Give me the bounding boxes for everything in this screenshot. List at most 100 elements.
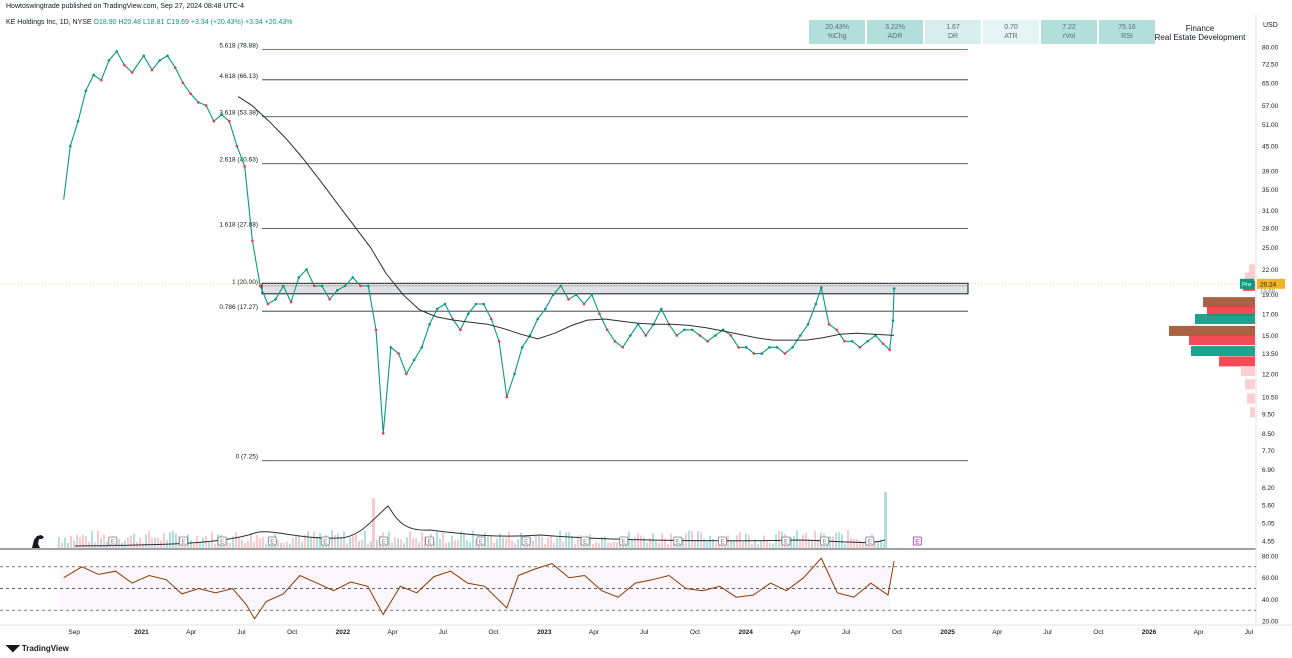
volume-bar: [682, 537, 684, 548]
volume-bar: [766, 540, 768, 548]
volume-bar: [310, 537, 312, 548]
price-point: [336, 288, 339, 292]
price-point: [420, 346, 424, 349]
price-point: [760, 352, 763, 355]
volume-bar: [814, 530, 816, 548]
price-point: [768, 346, 771, 349]
volume-bar: [547, 537, 549, 548]
earnings-marker-label: E: [583, 540, 587, 546]
volume-bar: [463, 532, 465, 548]
price-point: [251, 239, 254, 242]
earnings-marker-label: E: [676, 540, 680, 546]
tradingview-footer[interactable]: ◥◤ TradingView: [6, 643, 69, 654]
time-axis-label: Oct: [892, 629, 902, 636]
price-point: [737, 346, 740, 349]
price-axis-label: 5.05: [1262, 521, 1275, 528]
volume-bar: [637, 533, 639, 548]
price-axis-label: 13.50: [1262, 351, 1279, 358]
volume-bar: [262, 537, 264, 548]
symbol-name[interactable]: KE Holdings Inc, 1D, NYSE: [6, 19, 92, 26]
time-axis-label: Oct: [690, 629, 700, 636]
price-point: [76, 119, 80, 123]
time-axis-label: 2023: [537, 629, 552, 636]
volume-profile-bar: [1195, 314, 1255, 325]
price-axis-label: 35.00: [1262, 187, 1279, 194]
ohlc-change-repeat: +3.34 +20.43%: [245, 19, 293, 26]
volume-bar: [199, 542, 201, 548]
price-axis-label: 80.00: [1262, 45, 1279, 52]
volume-bar: [640, 535, 642, 548]
earnings-marker-label: E: [622, 540, 626, 546]
volume-bar: [667, 543, 669, 548]
price-point: [282, 284, 285, 288]
volume-bar: [541, 537, 543, 548]
time-axis-label: Oct: [1093, 629, 1103, 636]
price-axis-label: 8.50: [1262, 431, 1275, 438]
price-point: [536, 317, 539, 321]
volume-bar: [670, 533, 672, 548]
volume-bar: [256, 535, 258, 548]
volume-bar: [316, 537, 318, 548]
price-point: [289, 300, 293, 304]
earnings-marker-label: E: [915, 540, 919, 546]
volume-bar: [418, 542, 420, 548]
price-series-line: [63, 50, 895, 434]
symbol-legend: KE Holdings Inc, 1D, NYSE O18.90 H20.48 …: [6, 19, 293, 26]
stat-pct-change: 20.43% %Chg: [809, 20, 865, 44]
volume-profile-bar: [1241, 366, 1255, 377]
volume-bar: [799, 540, 801, 548]
volume-bar: [793, 535, 795, 548]
price-point: [181, 81, 185, 85]
price-point: [659, 307, 663, 311]
volume-bar: [349, 537, 351, 548]
volume-bar: [346, 543, 348, 548]
volume-bar: [106, 541, 108, 548]
volume-bar: [343, 531, 345, 548]
price-point: [590, 293, 594, 297]
volume-bar: [337, 533, 339, 548]
premarket-badge-label: Pre: [1242, 282, 1252, 288]
price-point: [274, 298, 277, 301]
volume-bar: [544, 543, 546, 548]
fib-level-label: 1 (20.00): [232, 279, 258, 286]
volume-bar: [127, 537, 129, 548]
volume-bar: [775, 534, 777, 548]
volume-bar: [517, 539, 519, 548]
volume-bar: [598, 543, 600, 548]
stat-rvol: 7.22 rVol: [1041, 20, 1097, 44]
premarket-price-badge: 20.24: [1260, 281, 1277, 288]
stat-label: rVol: [1062, 33, 1076, 40]
price-point: [397, 352, 400, 355]
fib-level-label: 5.618 (78.88): [219, 42, 258, 49]
volume-bar: [445, 542, 447, 548]
volume-bar: [244, 543, 246, 548]
price-point: [744, 346, 748, 349]
volume-bar: [841, 534, 843, 548]
price-axis-label: 6.20: [1262, 485, 1275, 492]
volume-bar: [361, 539, 363, 548]
volume-bar: [565, 532, 567, 548]
price-point: [629, 334, 632, 337]
volume-profile-bar: [1191, 346, 1255, 357]
ohlc-close: C19.69: [166, 19, 189, 26]
fib-level-label: 3.618 (53.38): [219, 110, 258, 117]
volume-bar: [763, 535, 765, 548]
price-axis-label: 15.00: [1262, 333, 1279, 340]
earnings-marker-label: E: [111, 540, 115, 546]
volume-bar: [595, 542, 597, 548]
volume-bar: [436, 531, 438, 548]
last-price-label: 19.69: [1260, 290, 1276, 296]
volume-bar: [715, 542, 717, 548]
price-point: [227, 119, 231, 123]
volume-bar: [502, 537, 504, 548]
price-point: [142, 54, 146, 58]
price-point: [683, 328, 686, 332]
volume-bar: [190, 540, 192, 548]
volume-bar: [832, 536, 834, 548]
volume-bar: [856, 538, 858, 548]
volume-bar: [283, 542, 285, 548]
price-chart[interactable]: USD 5.618 (78.88) 4.618 (66.13) 3.618 (53.3…: [0, 0, 1292, 658]
price-point: [881, 342, 885, 345]
volume-bar: [496, 538, 498, 548]
volume-bar: [778, 530, 780, 548]
